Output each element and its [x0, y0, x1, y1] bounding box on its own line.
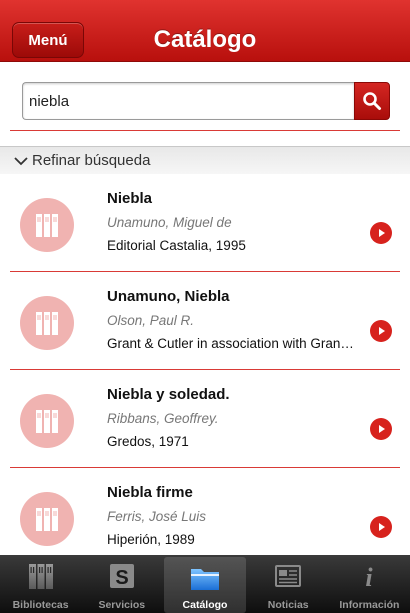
- navigation-bar: Menú Catálogo: [0, 0, 410, 62]
- search-area: [0, 62, 410, 138]
- result-publisher: Grant & Cutler in association with Grant…: [107, 336, 357, 351]
- books-icon: [20, 198, 74, 252]
- list-item[interactable]: Unamuno, Niebla Olson, Paul R. Grant & C…: [0, 272, 410, 370]
- tab-servicios[interactable]: S Servicios: [81, 555, 162, 613]
- result-author: Olson, Paul R.: [107, 313, 195, 328]
- tab-informacion[interactable]: i Información: [329, 555, 410, 613]
- result-author: Unamuno, Miguel de: [107, 215, 232, 230]
- list-item[interactable]: Niebla y soledad. Ribbans, Geoffrey. Gre…: [0, 370, 410, 468]
- tab-catalogo[interactable]: Catálogo: [164, 557, 246, 613]
- svg-text:i: i: [366, 563, 374, 591]
- tab-label: Noticias: [267, 599, 309, 611]
- search-icon: [363, 92, 381, 110]
- search-button[interactable]: [354, 82, 390, 120]
- svg-text:S: S: [115, 567, 128, 589]
- tab-bar: Bibliotecas S Servicios Catálogo Noticia…: [0, 555, 410, 613]
- result-title: Niebla firme: [107, 484, 193, 501]
- tab-label: Información: [339, 599, 400, 611]
- result-publisher: Editorial Castalia, 1995: [107, 238, 246, 253]
- disclosure-arrow-icon[interactable]: [370, 516, 392, 538]
- books-icon: [20, 296, 74, 350]
- tab-bibliotecas[interactable]: Bibliotecas: [0, 555, 81, 613]
- refine-search-toggle[interactable]: Refinar búsqueda: [0, 146, 410, 174]
- tab-label: Catálogo: [182, 599, 228, 611]
- results-list: Niebla Unamuno, Miguel de Editorial Cast…: [0, 174, 410, 566]
- page-title: Catálogo: [153, 26, 257, 53]
- books-icon: [20, 394, 74, 448]
- news-icon: [275, 565, 302, 587]
- books-icon: [20, 492, 74, 546]
- tab-noticias[interactable]: Noticias: [248, 555, 329, 613]
- disclosure-arrow-icon[interactable]: [370, 320, 392, 342]
- result-title: Unamuno, Niebla: [107, 288, 230, 305]
- tab-label: Servicios: [98, 599, 146, 611]
- result-publisher: Hiperión, 1989: [107, 532, 195, 547]
- disclosure-arrow-icon[interactable]: [370, 418, 392, 440]
- list-item[interactable]: Niebla Unamuno, Miguel de Editorial Cast…: [0, 174, 410, 272]
- result-author: Ribbans, Geoffrey.: [107, 411, 219, 426]
- result-title: Niebla: [107, 190, 153, 207]
- services-icon: S: [109, 564, 134, 589]
- search-input[interactable]: [22, 82, 354, 120]
- result-author: Ferris, José Luis: [107, 509, 207, 524]
- result-title: Niebla y soledad.: [107, 386, 230, 403]
- library-icon: [28, 564, 53, 589]
- chevron-down-icon: [14, 156, 28, 166]
- list-item[interactable]: Niebla firme Ferris, José Luis Hiperión,…: [0, 468, 410, 566]
- catalog-folder-icon: [191, 569, 219, 590]
- divider: [10, 130, 400, 131]
- tab-label: Bibliotecas: [12, 599, 69, 611]
- disclosure-arrow-icon[interactable]: [370, 222, 392, 244]
- result-publisher: Gredos, 1971: [107, 434, 189, 449]
- refine-search-label: Refinar búsqueda: [32, 151, 151, 169]
- info-icon: i: [366, 563, 374, 591]
